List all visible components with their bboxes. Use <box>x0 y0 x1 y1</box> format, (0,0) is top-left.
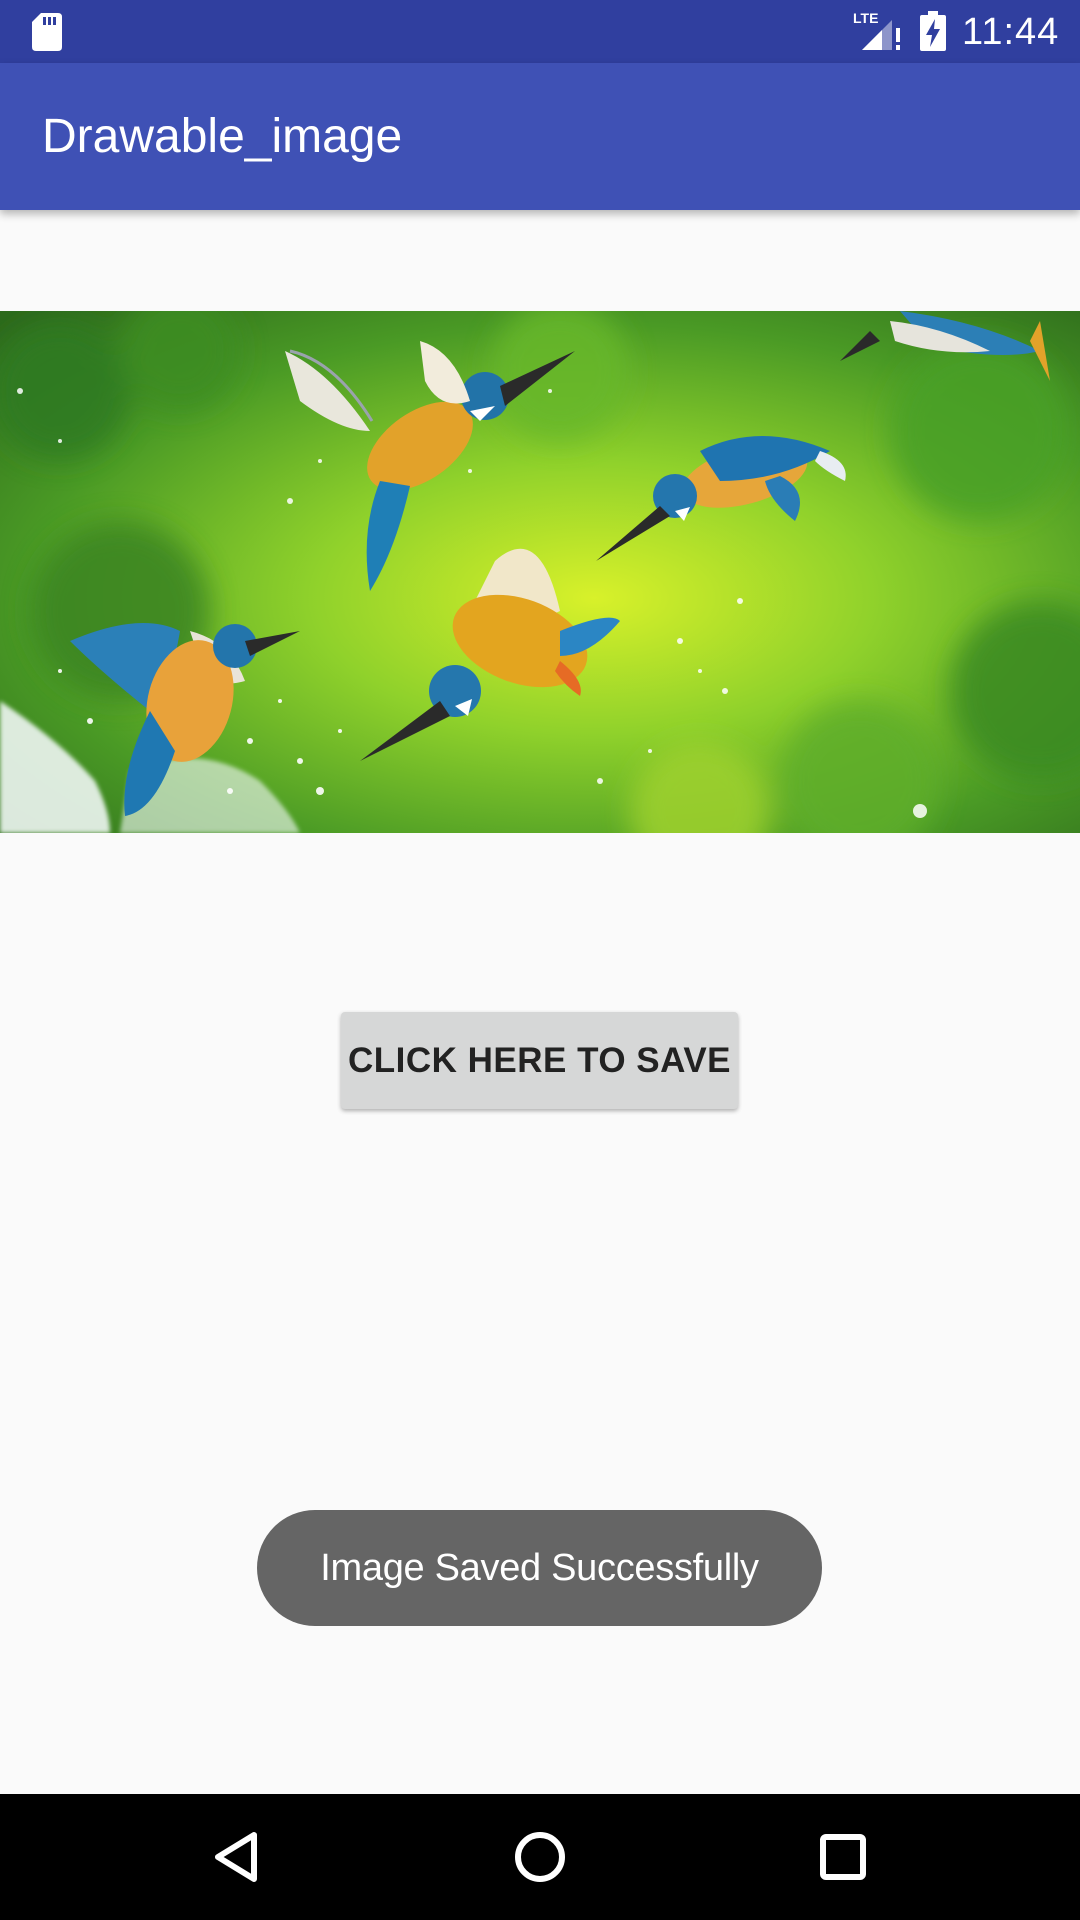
network-label: LTE <box>853 10 878 26</box>
status-clock: 11:44 <box>962 11 1060 53</box>
app-title: Drawable_image <box>42 110 403 163</box>
hero-image <box>0 311 1080 833</box>
save-button[interactable]: CLICK HERE TO SAVE <box>341 1012 738 1109</box>
kingfishers-illustration <box>0 311 1080 833</box>
home-icon[interactable] <box>504 1821 576 1893</box>
app-bar: Drawable_image <box>0 63 1080 210</box>
sd-card-icon <box>32 13 62 51</box>
lte-signal-icon: LTE <box>853 10 900 50</box>
screen: LTE 11:44 Drawable_image CLICK HERE TO S… <box>0 0 1080 1920</box>
back-icon[interactable] <box>202 1821 274 1893</box>
toast-message: Image Saved Successfully <box>320 1546 759 1589</box>
toast: Image Saved Successfully <box>257 1510 822 1626</box>
battery-charging-icon <box>920 11 946 51</box>
navigation-bar <box>0 1794 1080 1920</box>
recents-icon[interactable] <box>807 1821 879 1893</box>
status-bar: LTE 11:44 <box>0 0 1080 63</box>
